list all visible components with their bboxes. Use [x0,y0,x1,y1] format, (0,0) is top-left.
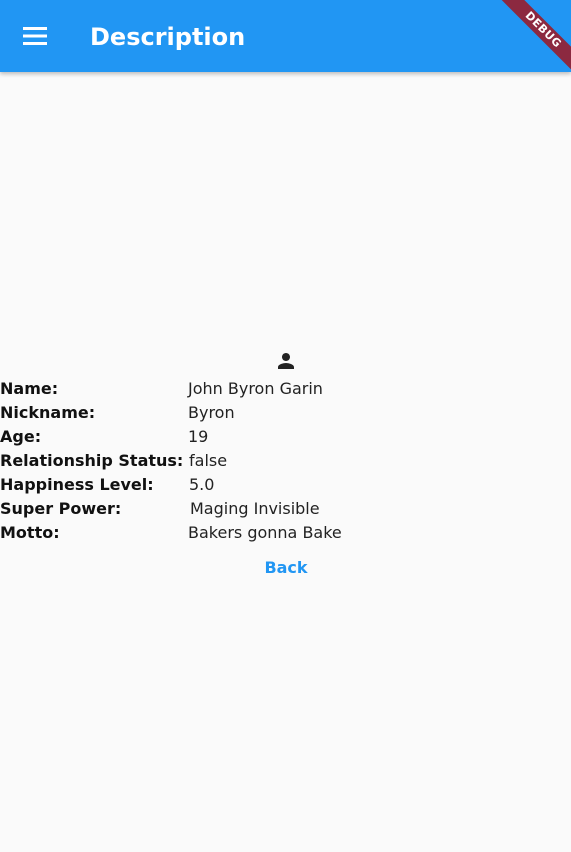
detail-row-relationship-status: Relationship Status: false [0,449,400,473]
name-value: John Byron Garin [188,379,323,398]
nickname-value: Byron [188,403,235,422]
age-label: Age: [0,427,42,446]
detail-row-nickname: Nickname: Byron [0,401,400,425]
detail-row-happiness-level: Happiness Level: 5.0 [0,473,400,497]
detail-row-age: Age: 19 [0,425,400,449]
age-value: 19 [188,427,209,446]
app-bar: Description [0,0,571,72]
happiness-level-value: 5.0 [189,475,215,494]
detail-row-super-power: Super Power: Maging Invisible [0,497,400,521]
motto-value: Bakers gonna Bake [188,523,342,542]
menu-button[interactable] [17,20,53,52]
menu-icon [23,27,47,45]
profile-details: Name: John Byron Garin Nickname: Byron A… [0,377,400,545]
detail-row-motto: Motto: Bakers gonna Bake [0,521,400,545]
motto-label: Motto: [0,523,60,542]
back-button[interactable]: Back [251,553,321,583]
nickname-label: Nickname: [0,403,96,422]
name-label: Name: [0,379,59,398]
detail-row-name: Name: John Byron Garin [0,377,400,401]
super-power-value: Maging Invisible [190,499,320,518]
person-icon [278,353,294,369]
super-power-label: Super Power: [0,499,122,518]
page-title: Description [90,23,246,51]
relationship-status-value: false [189,451,228,470]
relationship-status-label: Relationship Status: [0,451,184,470]
happiness-level-label: Happiness Level: [0,475,154,494]
